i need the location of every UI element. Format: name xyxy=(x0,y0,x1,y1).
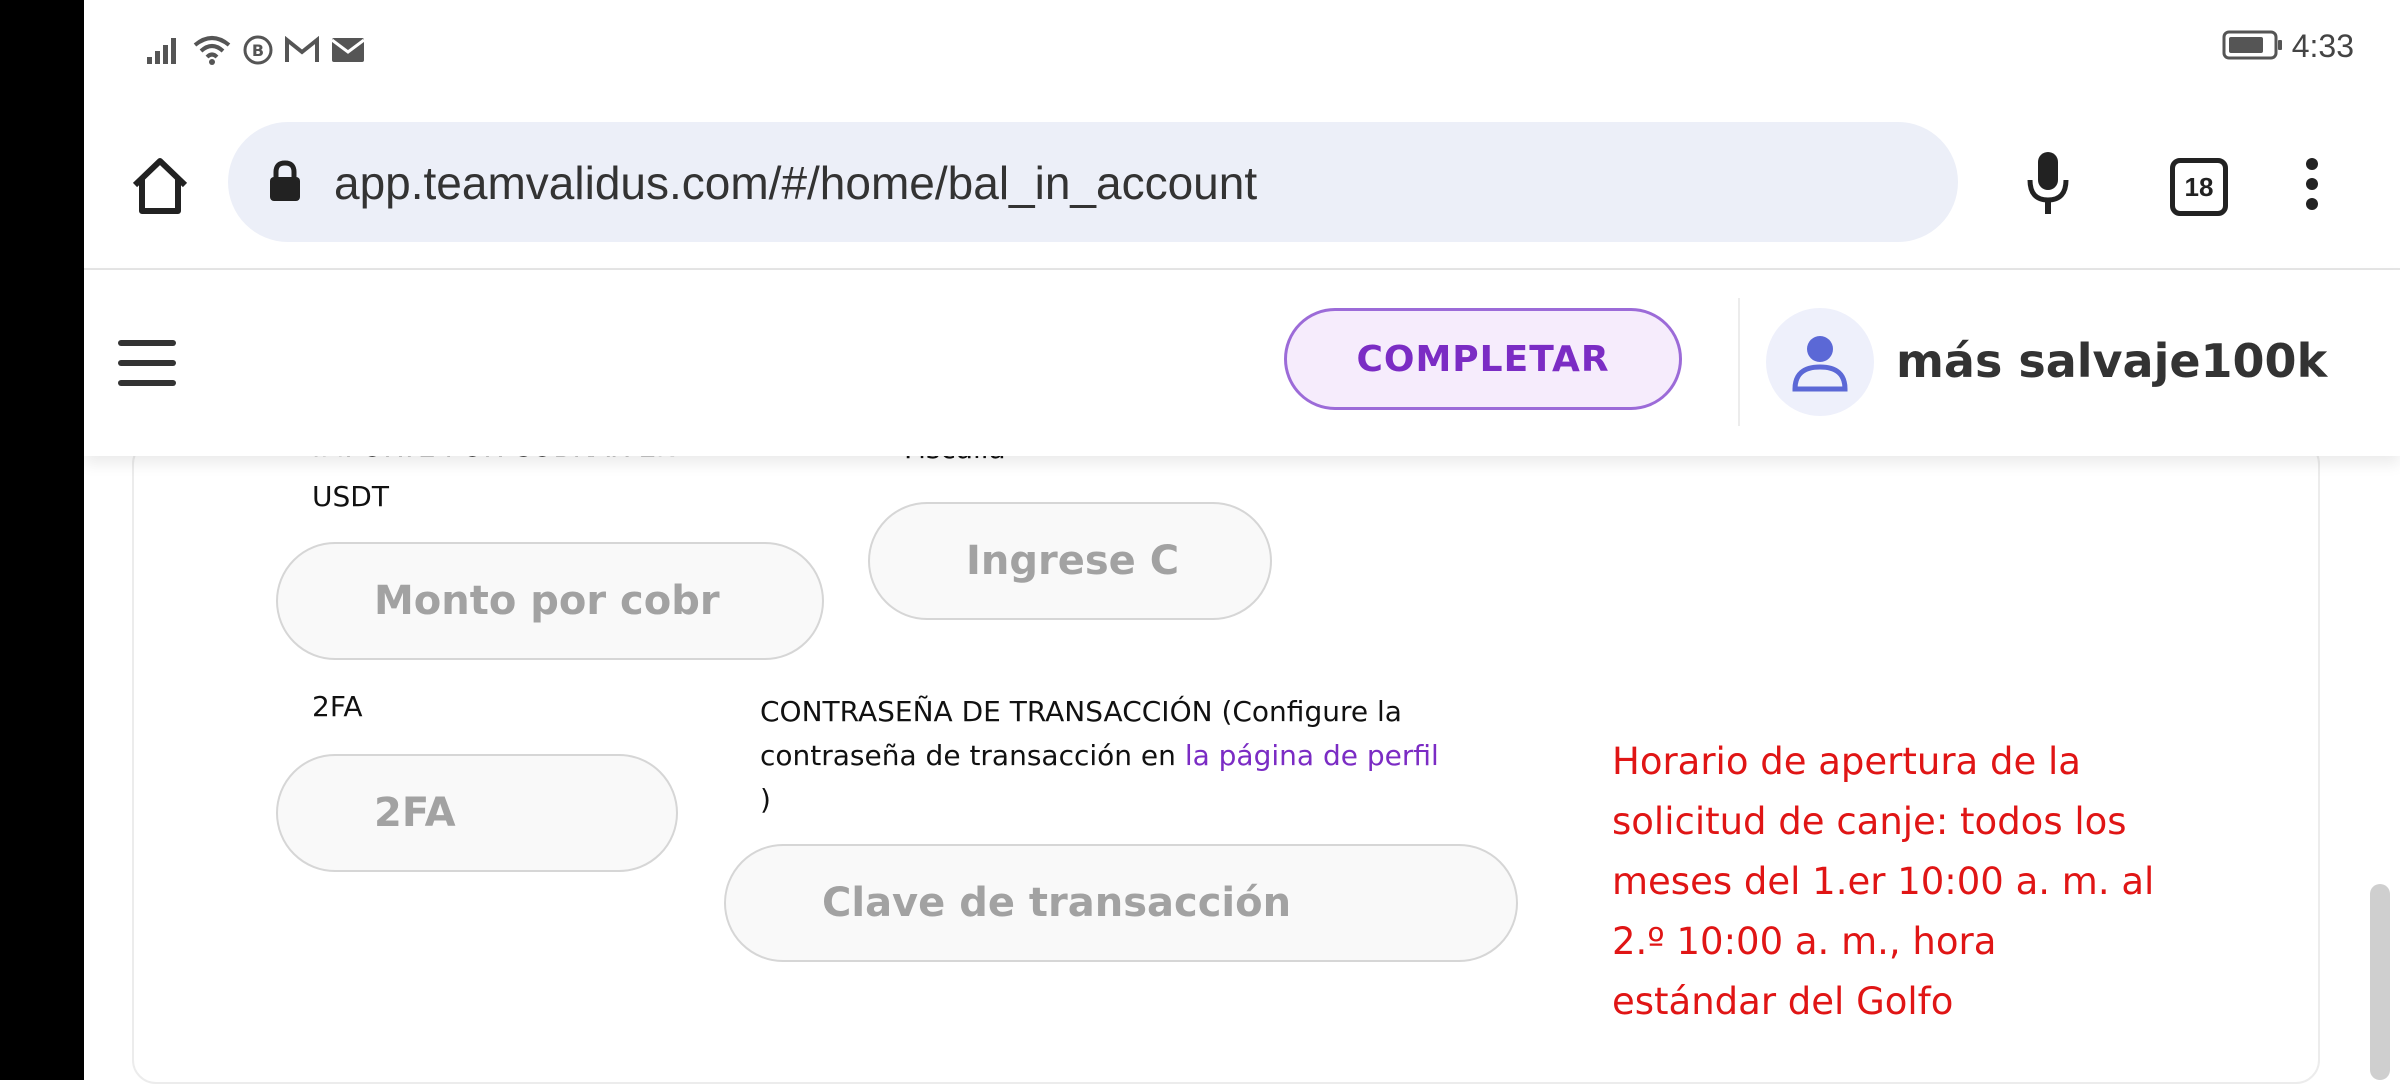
gmail-icon xyxy=(284,35,320,68)
status-right: 4:33 xyxy=(2222,28,2354,65)
profile-page-link[interactable]: la página de perfil xyxy=(1185,739,1439,772)
second-input-wrapper xyxy=(868,502,1272,620)
browser-toolbar: app.teamvalidus.com/#/home/bal_in_accoun… xyxy=(84,100,2400,270)
second-input[interactable] xyxy=(870,504,1270,618)
transaction-password-input[interactable] xyxy=(726,846,1516,960)
wifi-icon xyxy=(192,34,232,70)
header-divider xyxy=(1738,298,1740,426)
status-icons: B xyxy=(146,34,366,70)
more-options-button[interactable] xyxy=(2302,156,2322,216)
svg-text:B: B xyxy=(252,41,264,60)
left-black-bar xyxy=(0,0,84,1080)
amount-input-wrapper xyxy=(276,542,824,660)
complete-button[interactable]: COMPLETAR xyxy=(1284,308,1682,410)
status-bar: B 4:33 xyxy=(84,0,2400,100)
url-text: app.teamvalidus.com/#/home/bal_in_accoun… xyxy=(334,157,1258,209)
app-header: COMPLETAR más salvaje100k xyxy=(84,270,2400,456)
b-icon: B xyxy=(242,34,274,70)
home-button[interactable] xyxy=(124,150,196,222)
page-scrollbar[interactable] xyxy=(2370,884,2390,1080)
password-label-line1: CONTRASEÑA DE TRANSACCIÓN (Configure la xyxy=(760,695,1402,728)
status-time: 4:33 xyxy=(2291,28,2354,64)
signal-icon xyxy=(146,35,182,69)
lock-icon xyxy=(268,160,302,206)
mic-button[interactable] xyxy=(2022,150,2074,222)
password-label-close: ) xyxy=(760,783,771,816)
twofa-label: 2FA xyxy=(312,690,363,723)
avatar[interactable] xyxy=(1766,308,1874,416)
twofa-input[interactable] xyxy=(278,756,676,870)
mail-icon xyxy=(330,36,366,68)
home-icon xyxy=(132,158,188,214)
battery-icon xyxy=(2222,29,2284,65)
twofa-input-wrapper xyxy=(276,754,678,872)
amount-unit-label: USDT xyxy=(312,480,389,513)
more-vert-icon xyxy=(2306,158,2318,210)
hamburger-menu-icon[interactable] xyxy=(118,340,176,386)
microphone-icon xyxy=(2027,152,2069,214)
url-bar[interactable]: app.teamvalidus.com/#/home/bal_in_accoun… xyxy=(228,122,1958,242)
password-input-wrapper xyxy=(724,844,1518,962)
transaction-password-label: CONTRASEÑA DE TRANSACCIÓN (Configure la … xyxy=(760,690,1520,822)
user-icon xyxy=(1792,336,1848,392)
amount-input[interactable] xyxy=(278,544,822,658)
tab-switcher-button[interactable]: 18 xyxy=(2170,158,2228,216)
password-label-line2: contraseña de transacción en xyxy=(760,739,1185,772)
redemption-hours-notice: Horario de apertura de la solicitud de c… xyxy=(1612,740,2155,1023)
username[interactable]: más salvaje100k xyxy=(1896,334,2327,388)
